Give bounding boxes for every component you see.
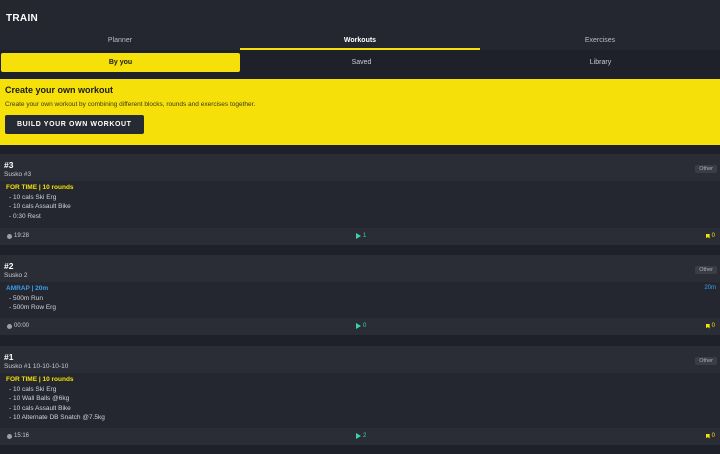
- app-header: TRAIN: [0, 0, 720, 34]
- duration: 00:00: [7, 323, 29, 329]
- play-count[interactable]: 0: [356, 323, 366, 329]
- workout-line: - 0:30 Rest: [9, 212, 41, 220]
- time-cap: 20m: [704, 285, 716, 291]
- workout-name: Susko #1 10-10-10-10: [4, 363, 69, 370]
- workout-line: - 10 cals Assault Bike: [9, 404, 71, 412]
- play-count[interactable]: 2: [356, 433, 366, 439]
- workout-card-header: #3 Susko #3 Other: [0, 154, 720, 181]
- save-count-value: 0: [711, 433, 715, 439]
- tab-planner[interactable]: Planner: [0, 34, 240, 50]
- workout-card[interactable]: #2 Susko 2 Other AMRAP | 20m 20m - 500m …: [0, 255, 720, 335]
- create-workout-banner: Create your own workout Create your own …: [0, 79, 720, 145]
- build-workout-button[interactable]: BUILD YOUR OWN WORKOUT: [5, 115, 144, 134]
- workout-number: #1: [4, 352, 14, 362]
- play-icon: [356, 233, 361, 239]
- workout-category-tag: Other: [695, 266, 717, 274]
- workout-format: FOR TIME | 10 rounds: [6, 376, 74, 383]
- workout-card[interactable]: #3 Susko #3 Other FOR TIME | 10 rounds -…: [0, 154, 720, 245]
- workout-line: - 10 cals Ski Erg: [9, 385, 57, 393]
- clock-icon: [7, 323, 12, 329]
- save-count-value: 0: [711, 323, 715, 329]
- tab-workouts[interactable]: Workouts: [240, 34, 480, 50]
- duration-value: 19:28: [14, 233, 30, 239]
- workout-card-header: #1 Susko #1 10-10-10-10 Other: [0, 346, 720, 373]
- workout-card[interactable]: #1 Susko #1 10-10-10-10 Other FOR TIME |…: [0, 346, 720, 445]
- workout-format: FOR TIME | 10 rounds: [6, 184, 74, 191]
- app-title: TRAIN: [6, 13, 39, 24]
- bookmark-icon: [705, 433, 710, 439]
- banner-title: Create your own workout: [5, 85, 114, 95]
- play-count-value: 2: [363, 433, 367, 439]
- play-icon: [356, 323, 361, 329]
- workout-card-footer: 19:28 1 0: [0, 228, 720, 245]
- workout-card-body: FOR TIME | 10 rounds - 10 cals Ski Erg -…: [0, 181, 720, 228]
- bookmark-icon: [705, 233, 710, 239]
- play-icon: [356, 433, 361, 439]
- workout-line: - 500m Run: [9, 294, 43, 302]
- play-count-value: 1: [363, 233, 367, 239]
- clock-icon: [7, 433, 12, 439]
- subtab-saved[interactable]: Saved: [242, 53, 481, 72]
- workout-category-tag: Other: [695, 165, 717, 173]
- workout-subtabs: By you Saved Library: [0, 50, 720, 74]
- clock-icon: [7, 233, 12, 239]
- workout-card-body: FOR TIME | 10 rounds - 10 cals Ski Erg -…: [0, 373, 720, 428]
- subtab-library[interactable]: Library: [481, 53, 720, 72]
- workout-card-header: #2 Susko 2 Other: [0, 255, 720, 282]
- duration-value: 00:00: [14, 323, 30, 329]
- workout-card-footer: 00:00 0 0: [0, 318, 720, 335]
- workout-card-body: AMRAP | 20m 20m - 500m Run - 500m Row Er…: [0, 282, 720, 318]
- workout-name: Susko #3: [4, 171, 32, 178]
- duration: 15:16: [7, 433, 29, 439]
- save-count[interactable]: 0: [705, 433, 715, 439]
- play-count-value: 0: [363, 323, 367, 329]
- subtab-by-you[interactable]: By you: [1, 53, 240, 72]
- bookmark-icon: [705, 323, 710, 329]
- workout-line: - 500m Row Erg: [9, 304, 56, 311]
- workout-line: - 10 Wall Balls @6kg: [9, 395, 70, 402]
- save-count[interactable]: 0: [705, 233, 715, 239]
- workout-line: - 10 Alternate DB Snatch @7.5kg: [9, 414, 105, 421]
- save-count[interactable]: 0: [705, 323, 715, 329]
- main-tabs: Planner Workouts Exercises: [0, 34, 720, 50]
- workout-line: - 10 cals Ski Erg: [9, 193, 57, 201]
- tab-exercises[interactable]: Exercises: [480, 34, 720, 50]
- banner-description: Create your own workout by combining dif…: [5, 101, 256, 108]
- duration-value: 15:16: [14, 433, 30, 439]
- play-count[interactable]: 1: [356, 233, 366, 239]
- workout-card-footer: 15:16 2 0: [0, 428, 720, 445]
- workout-name: Susko 2: [4, 272, 28, 279]
- workout-format: AMRAP | 20m: [6, 285, 49, 292]
- workout-line: - 10 cals Assault Bike: [9, 203, 71, 210]
- workout-number: #2: [4, 261, 14, 271]
- workout-number: #3: [4, 160, 14, 170]
- save-count-value: 0: [711, 233, 715, 239]
- workout-category-tag: Other: [695, 357, 717, 365]
- duration: 19:28: [7, 233, 29, 239]
